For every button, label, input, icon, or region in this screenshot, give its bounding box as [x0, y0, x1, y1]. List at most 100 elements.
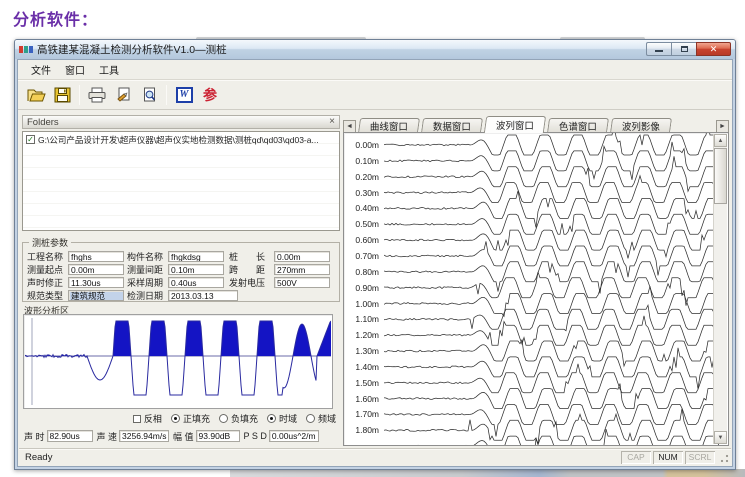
- open-file-button[interactable]: [23, 83, 49, 107]
- time-correction-field[interactable]: 11.30us: [68, 277, 124, 288]
- domain-freq-label: 频域: [318, 412, 336, 425]
- window-title: 高铁建某混凝土检测分析软件V1.0—测桩: [37, 42, 227, 57]
- project-name-field[interactable]: fhghs: [68, 251, 124, 262]
- folders-tree[interactable]: ✓ G:\公司产品设计开发\超声仪器\超声仪实地检测数据\测桩qd\qd03\q…: [22, 131, 340, 231]
- pile-params-group: 测桩参数 工程名称 fhghs 构件名称 fhgkdsg 桩 长 0.00m 测…: [22, 236, 340, 302]
- num-indicator: NUM: [653, 451, 683, 464]
- analysis-wave-outline: [25, 321, 331, 395]
- fill-positive-radio[interactable]: [171, 414, 180, 423]
- depth-label: 1.60m: [355, 394, 379, 404]
- spec-type-field[interactable]: 建筑规范: [68, 290, 124, 301]
- toolbar: W 参: [18, 80, 732, 110]
- close-button[interactable]: ✕: [696, 42, 731, 56]
- analysis-waveform-svg: [25, 316, 331, 407]
- menu-tools[interactable]: 工具: [92, 60, 126, 79]
- field-label: 桩 长: [229, 250, 271, 263]
- psd-field[interactable]: 0.00us^2/m: [269, 430, 319, 442]
- group-title: 测桩参数: [29, 236, 71, 249]
- span-distance-field[interactable]: 270mm: [274, 264, 330, 275]
- sound-speed-field[interactable]: 3256.94m/s: [119, 430, 169, 442]
- sound-time-label: 声 时: [24, 430, 45, 443]
- measure-interval-field[interactable]: 0.10m: [168, 264, 224, 275]
- status-bar: Ready CAP NUM SCRL: [19, 448, 731, 465]
- readouts-row: 声 时 82.90us 声 速 3256.94m/s 幅 值 93.90dB: [24, 429, 340, 443]
- report-export-button[interactable]: [110, 83, 136, 107]
- word-export-button[interactable]: W: [171, 83, 197, 107]
- printer-icon: [88, 87, 106, 103]
- depth-label: 1.70m: [355, 409, 379, 419]
- fill-positive-label: 正填充: [183, 412, 210, 425]
- fill-negative-radio[interactable]: [219, 414, 228, 423]
- depth-label: 0.80m: [355, 267, 379, 277]
- print-button[interactable]: [84, 83, 110, 107]
- resize-grip[interactable]: [717, 451, 730, 464]
- field-label: 跨 距: [229, 263, 271, 276]
- tree-item-checkbox[interactable]: ✓: [26, 135, 35, 144]
- tab-spectrum-window[interactable]: 色谱窗口: [547, 118, 609, 133]
- tab-data-window[interactable]: 数据窗口: [421, 118, 483, 133]
- field-label: 工程名称: [27, 250, 65, 263]
- taskbar-artifact: [230, 469, 745, 477]
- emit-voltage-field[interactable]: 500V: [274, 277, 330, 288]
- amplitude-field[interactable]: 93.90dB: [196, 430, 240, 442]
- minimize-button[interactable]: [646, 42, 671, 56]
- waveform-analysis-plot[interactable]: [23, 314, 333, 409]
- waveform-trace: [384, 262, 722, 294]
- title-bar[interactable]: 高铁建某混凝土检测分析软件V1.0—测桩 ✕: [15, 40, 735, 59]
- analysis-wave-fill: [25, 321, 331, 356]
- depth-labels-column: 0.00m0.10m0.20m0.30m0.40m0.50m0.60m0.70m…: [344, 133, 382, 445]
- sample-period-field[interactable]: 0.40us: [168, 277, 224, 288]
- caps-indicator: CAP: [621, 451, 651, 464]
- depth-label: 0.00m: [355, 140, 379, 150]
- tab-wave-image-window[interactable]: 波列影像: [610, 118, 672, 133]
- wave-train-svg: [384, 133, 728, 446]
- folders-close-icon[interactable]: ×: [329, 117, 335, 127]
- save-button[interactable]: [49, 83, 75, 107]
- component-name-field[interactable]: fhgkdsg: [168, 251, 224, 262]
- scroll-up-icon[interactable]: ▲: [714, 134, 727, 147]
- wave-train-panel[interactable]: 0.00m0.10m0.20m0.30m0.40m0.50m0.60m0.70m…: [343, 132, 729, 446]
- parameters-button[interactable]: 参: [197, 83, 223, 107]
- waveform-trace: [384, 429, 722, 446]
- tab-wave-train-window[interactable]: 波列窗口: [484, 116, 546, 133]
- menu-window[interactable]: 窗口: [58, 60, 92, 79]
- domain-time-radio[interactable]: [267, 414, 276, 423]
- domain-freq-radio[interactable]: [306, 414, 315, 423]
- scroll-indicator: SCRL: [685, 451, 715, 464]
- field-label: 采样周期: [127, 276, 165, 289]
- measure-start-field[interactable]: 0.00m: [68, 264, 124, 275]
- folders-panel-header: Folders ×: [22, 115, 340, 129]
- left-pane: Folders × ✓ G:\公司产品设计开发\超声仪器\超声仪实地检测数据\测…: [22, 115, 340, 446]
- pile-length-field[interactable]: 0.00m: [274, 251, 330, 262]
- toolbar-separator: [79, 85, 80, 105]
- tree-item[interactable]: ✓ G:\公司产品设计开发\超声仪器\超声仪实地检测数据\测桩qd\qd03\q…: [26, 134, 336, 145]
- vertical-scrollbar[interactable]: ▲ ▼: [713, 134, 727, 444]
- tab-curve-window[interactable]: 曲线窗口: [358, 118, 420, 133]
- waveform-trace: [384, 272, 722, 306]
- scroll-thumb[interactable]: [714, 148, 727, 204]
- menu-file[interactable]: 文件: [24, 60, 58, 79]
- waveform-trace: [384, 409, 722, 444]
- sound-speed-label: 声 速: [97, 430, 118, 443]
- depth-label: 1.00m: [355, 299, 379, 309]
- sound-time-field[interactable]: 82.90us: [47, 430, 93, 442]
- field-label: 测量起点: [27, 263, 65, 276]
- page-caption: 分析软件：: [13, 6, 98, 30]
- scroll-down-icon[interactable]: ▼: [714, 431, 727, 444]
- waveform-trace: [384, 305, 722, 331]
- invert-checkbox[interactable]: [133, 415, 141, 423]
- depth-label: 0.40m: [355, 203, 379, 213]
- maximize-button[interactable]: [671, 42, 696, 56]
- toolbar-separator: [166, 85, 167, 105]
- print-preview-button[interactable]: [136, 83, 162, 107]
- app-window: 高铁建某混凝土检测分析软件V1.0—测桩 ✕ 文件 窗口 工具: [14, 39, 736, 470]
- open-folder-icon: [27, 87, 46, 103]
- depth-label: 0.90m: [355, 283, 379, 293]
- waveform-trace: [384, 348, 722, 389]
- waveform-trace: [384, 364, 722, 393]
- field-label: 测量间距: [127, 263, 165, 276]
- magnifier-page-icon: [141, 87, 158, 103]
- parameter-char-icon: 参: [203, 85, 217, 105]
- test-date-field[interactable]: 2013.03.13: [168, 290, 238, 301]
- waveform-trace: [384, 316, 722, 345]
